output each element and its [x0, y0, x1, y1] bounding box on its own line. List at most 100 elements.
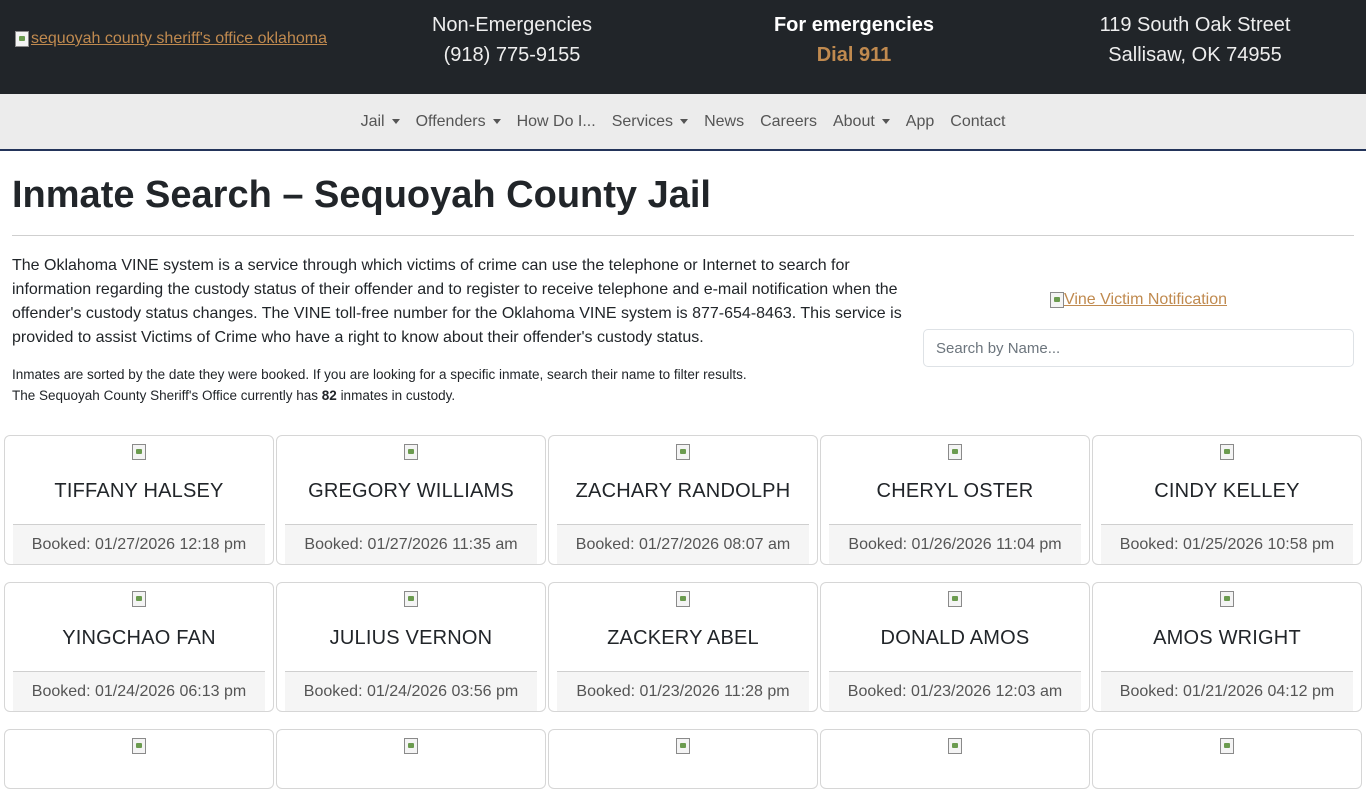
address-block: 119 South Oak Street Sallisaw, OK 74955: [1085, 10, 1305, 70]
inmate-photo-icon: [1220, 591, 1234, 607]
nav-about[interactable]: About: [825, 113, 898, 131]
nav-label: News: [704, 112, 745, 130]
inmate-photo-icon: [1220, 738, 1234, 754]
inmate-card[interactable]: [276, 729, 546, 789]
inmate-name: ZACHARY RANDOLPH: [575, 480, 791, 502]
booked-date: Booked: 01/24/2026 06:13 pm: [13, 671, 265, 711]
inmate-card[interactable]: [820, 729, 1090, 789]
booked-date: Booked: 01/27/2026 11:35 am: [285, 524, 537, 564]
non-emergency-phone[interactable]: (918) 775-9155: [412, 40, 612, 70]
nav-label: Careers: [760, 112, 817, 130]
nav-label: Services: [611, 112, 674, 130]
inmate-card[interactable]: CINDY KELLEY Booked: 01/25/2026 10:58 pm: [1092, 435, 1362, 565]
inmate-photo-icon: [948, 444, 962, 460]
booked-date: Booked: 01/24/2026 03:56 pm: [285, 671, 537, 711]
non-emergency-label: Non-Emergencies: [431, 14, 593, 36]
non-emergency-block: Non-Emergencies (918) 775-9155: [412, 10, 612, 70]
site-header: sequoyah county sheriff's office oklahom…: [0, 0, 1366, 94]
inmate-photo-icon: [948, 738, 962, 754]
booked-date: Booked: 01/27/2026 08:07 am: [557, 524, 809, 564]
search-by-name-input[interactable]: [923, 329, 1354, 367]
site-logo-link[interactable]: sequoyah county sheriff's office oklahom…: [15, 30, 327, 48]
emergency-block: For emergencies Dial 911: [744, 10, 964, 70]
chevron-down-icon: [881, 119, 890, 124]
inmate-card[interactable]: YINGCHAO FAN Booked: 01/24/2026 06:13 pm: [4, 582, 274, 712]
inmate-photo-icon: [676, 591, 690, 607]
chevron-down-icon: [680, 119, 689, 124]
count-suffix: inmates in custody.: [340, 388, 456, 403]
inmate-card[interactable]: ZACKERY ABEL Booked: 01/23/2026 11:28 pm: [548, 582, 818, 712]
page-title: Inmate Search – Sequoyah County Jail: [12, 174, 711, 216]
inmate-photo-icon: [132, 444, 146, 460]
inmate-card[interactable]: AMOS WRIGHT Booked: 01/21/2026 04:12 pm: [1092, 582, 1362, 712]
emergency-label: For emergencies: [773, 14, 935, 36]
booked-date: Booked: 01/21/2026 04:12 pm: [1101, 671, 1353, 711]
inmate-photo-icon: [132, 738, 146, 754]
address-line1: 119 South Oak Street: [1099, 14, 1291, 36]
inmate-name: YINGCHAO FAN: [62, 627, 216, 649]
booked-date: Booked: 01/25/2026 10:58 pm: [1101, 524, 1353, 564]
inmate-photo-icon: [404, 738, 418, 754]
broken-image-icon: [1049, 292, 1064, 308]
chevron-down-icon: [492, 119, 501, 124]
logo-alt-text: sequoyah county sheriff's office oklahom…: [31, 30, 327, 47]
chevron-down-icon: [391, 119, 400, 124]
inmate-name: AMOS WRIGHT: [1153, 627, 1301, 649]
nav-offenders[interactable]: Offenders: [408, 113, 509, 131]
inmate-photo-icon: [404, 444, 418, 460]
nav-careers[interactable]: Careers: [752, 113, 825, 131]
inmate-card[interactable]: JULIUS VERNON Booked: 01/24/2026 03:56 p…: [276, 582, 546, 712]
inmate-count: 82: [321, 388, 337, 403]
nav-label: Jail: [360, 112, 385, 130]
booked-date: Booked: 01/23/2026 11:28 pm: [557, 671, 809, 711]
nav-label: Offenders: [415, 112, 486, 130]
inmate-name: TIFFANY HALSEY: [54, 480, 224, 502]
inmate-card[interactable]: GREGORY WILLIAMS Booked: 01/27/2026 11:3…: [276, 435, 546, 565]
main-nav: Jail Offenders How Do I... Services News…: [0, 94, 1366, 151]
inmate-photo-icon: [404, 591, 418, 607]
inmate-photo-icon: [132, 591, 146, 607]
nav-app[interactable]: App: [898, 113, 942, 131]
inmate-card[interactable]: TIFFANY HALSEY Booked: 01/27/2026 12:18 …: [4, 435, 274, 565]
search-panel: Vine Victim Notification: [923, 254, 1354, 406]
nav-services[interactable]: Services: [604, 113, 696, 131]
broken-image-icon: [15, 31, 29, 47]
nav-label: How Do I...: [516, 112, 596, 130]
nav-label: App: [905, 112, 935, 130]
inmate-name: DONALD AMOS: [880, 627, 1030, 649]
inmate-card[interactable]: ZACHARY RANDOLPH Booked: 01/27/2026 08:0…: [548, 435, 818, 565]
booked-date: Booked: 01/26/2026 11:04 pm: [829, 524, 1081, 564]
inmate-card[interactable]: [1092, 729, 1362, 789]
inmate-photo-icon: [948, 591, 962, 607]
inmate-photo-icon: [676, 738, 690, 754]
nav-contact[interactable]: Contact: [942, 113, 1013, 131]
inmate-card[interactable]: [4, 729, 274, 789]
vine-notification-link[interactable]: Vine Victim Notification: [923, 288, 1354, 312]
inmate-card[interactable]: CHERYL OSTER Booked: 01/26/2026 11:04 pm: [820, 435, 1090, 565]
address-line2: Sallisaw, OK 74955: [1108, 44, 1282, 66]
inmate-name: ZACKERY ABEL: [607, 627, 759, 649]
inmate-photo-icon: [676, 444, 690, 460]
vine-description: The Oklahoma VINE system is a service th…: [12, 257, 902, 346]
inmate-card[interactable]: [548, 729, 818, 789]
inmate-photo-icon: [1220, 444, 1234, 460]
inmate-name: JULIUS VERNON: [329, 627, 493, 649]
inmate-name: GREGORY WILLIAMS: [308, 480, 514, 502]
booked-date: Booked: 01/23/2026 12:03 am: [829, 671, 1081, 711]
inmate-name: CHERYL OSTER: [876, 480, 1034, 502]
inmate-info: Inmates are sorted by the date they were…: [12, 364, 907, 406]
main-content: Inmate Search – Sequoyah County Jail The…: [0, 172, 1366, 406]
nav-label: About: [832, 112, 875, 130]
sort-note: Inmates are sorted by the date they were…: [12, 367, 747, 382]
count-prefix: The Sequoyah County Sheriff's Office cur…: [12, 388, 318, 403]
title-divider: [12, 235, 1354, 236]
nav-how-do-i[interactable]: How Do I...: [509, 113, 604, 131]
nav-jail[interactable]: Jail: [353, 113, 408, 131]
booked-date: Booked: 01/27/2026 12:18 pm: [13, 524, 265, 564]
emergency-dial[interactable]: Dial 911: [744, 40, 964, 70]
inmate-card[interactable]: DONALD AMOS Booked: 01/23/2026 12:03 am: [820, 582, 1090, 712]
nav-news[interactable]: News: [696, 113, 752, 131]
vine-alt-text: Vine Victim Notification: [1063, 291, 1228, 308]
intro-text: The Oklahoma VINE system is a service th…: [12, 254, 907, 406]
inmate-name: CINDY KELLEY: [1154, 480, 1300, 502]
